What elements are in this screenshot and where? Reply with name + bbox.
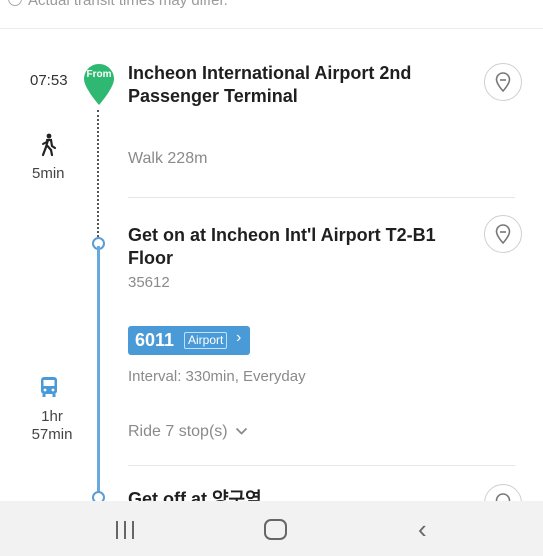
transit-time-notice: Actual transit times may differ.	[0, 0, 543, 29]
recent-apps-button[interactable]	[116, 521, 136, 539]
departure-time: 07:53	[30, 72, 68, 89]
from-badge: From	[86, 69, 112, 80]
divider	[128, 465, 515, 466]
chevron-down-icon	[235, 427, 248, 435]
bus-icon	[41, 377, 57, 397]
home-button[interactable]	[264, 519, 287, 540]
bus-route-badge[interactable]: 6011 Airport ›	[128, 326, 250, 355]
walk-distance: Walk 228m	[128, 150, 208, 167]
system-navigation-bar: ‹	[0, 501, 543, 556]
bus-number: 6011	[135, 330, 175, 350]
ride-duration: 1hr 57min	[31, 408, 73, 443]
bus-interval: Interval: 330min, Everyday	[128, 368, 306, 385]
walk-path-dotted-line	[97, 110, 99, 237]
walk-icon	[41, 133, 57, 157]
divider	[128, 197, 515, 198]
bus-type-tag: Airport	[184, 332, 228, 349]
bus-route-line	[97, 246, 100, 496]
location-pin-icon	[495, 224, 511, 244]
ride-stops-toggle[interactable]: Ride 7 stop(s)	[128, 423, 248, 441]
board-location-button[interactable]	[484, 215, 522, 253]
info-icon	[8, 0, 22, 6]
start-location-button[interactable]	[484, 63, 522, 101]
board-title: Get on at Incheon Int'l Airport T2-B1 Fl…	[128, 225, 436, 268]
start-title: Incheon International Airport 2nd Passen…	[128, 63, 412, 106]
location-pin-icon	[495, 72, 511, 92]
back-button[interactable]: ‹	[418, 516, 427, 542]
notice-text: Actual transit times may differ.	[28, 0, 228, 9]
stop-id: 35612	[128, 274, 170, 291]
ride-stops-label: Ride 7 stop(s)	[128, 423, 228, 440]
chevron-right-icon: ›	[236, 329, 242, 346]
walk-duration: 5min	[32, 165, 65, 182]
